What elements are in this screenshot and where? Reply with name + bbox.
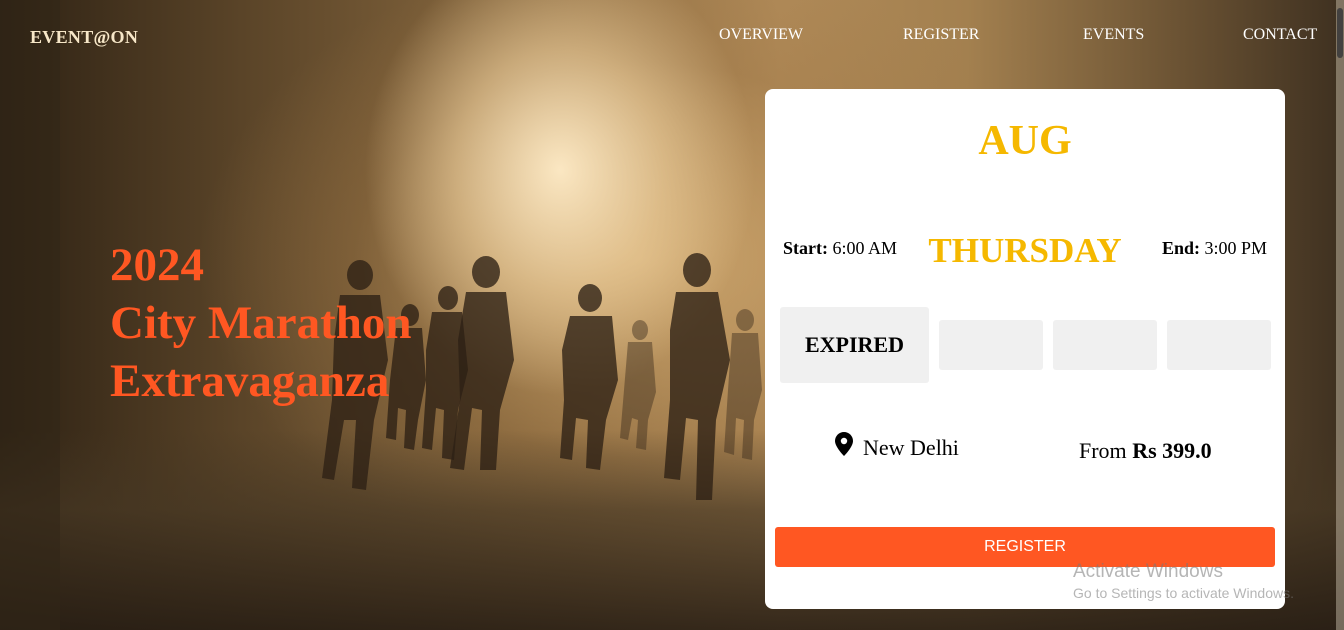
- countdown-slot-3: [1167, 320, 1271, 370]
- countdown-slot-1: [939, 320, 1043, 370]
- scrollbar-thumb[interactable]: [1337, 8, 1343, 58]
- nav-events-link[interactable]: EVENTS: [1083, 26, 1144, 44]
- price-currency: Rs: [1132, 438, 1157, 463]
- price-prefix: From: [1079, 438, 1127, 463]
- nav-overview-link[interactable]: OVERVIEW: [719, 26, 803, 44]
- brand-logo[interactable]: EVENT@ON: [30, 27, 138, 48]
- watermark-title: Activate Windows: [1073, 561, 1223, 582]
- event-card: AUG Start: 6:00 AM THURSDAY End: 3:00 PM…: [765, 89, 1285, 609]
- location-name: New Delhi: [863, 435, 959, 460]
- hero-title-line-3: Extravaganza: [110, 355, 390, 407]
- watermark-subtitle: Go to Settings to activate Windows.: [1073, 585, 1294, 601]
- nav-contact-link[interactable]: CONTACT: [1243, 26, 1317, 44]
- event-month: AUG: [978, 118, 1072, 164]
- hero-title: 2024 City Marathon Extravaganza: [110, 236, 530, 410]
- end-label: End:: [1161, 238, 1200, 258]
- top-navigation: EVENT@ON OVERVIEW REGISTER EVENTS CONTAC…: [0, 0, 1344, 70]
- countdown-slot-2: [1053, 320, 1157, 370]
- event-price: From Rs 399.0: [1079, 438, 1212, 464]
- map-pin-icon: [835, 432, 853, 456]
- hero-title-line-2: City Marathon: [110, 297, 412, 349]
- end-time: End: 3:00 PM: [1162, 238, 1267, 259]
- event-location: New Delhi: [835, 432, 959, 461]
- page-scrollbar[interactable]: [1336, 0, 1344, 630]
- windows-activation-watermark: Activate Windows Go to Settings to activ…: [1073, 561, 1294, 601]
- end-time-value: 3:00 PM: [1204, 238, 1267, 258]
- price-amount: 399.0: [1162, 438, 1212, 463]
- nav-register-link[interactable]: REGISTER: [903, 26, 979, 44]
- hero-title-year: 2024: [110, 239, 204, 291]
- status-badge: EXPIRED: [780, 307, 929, 383]
